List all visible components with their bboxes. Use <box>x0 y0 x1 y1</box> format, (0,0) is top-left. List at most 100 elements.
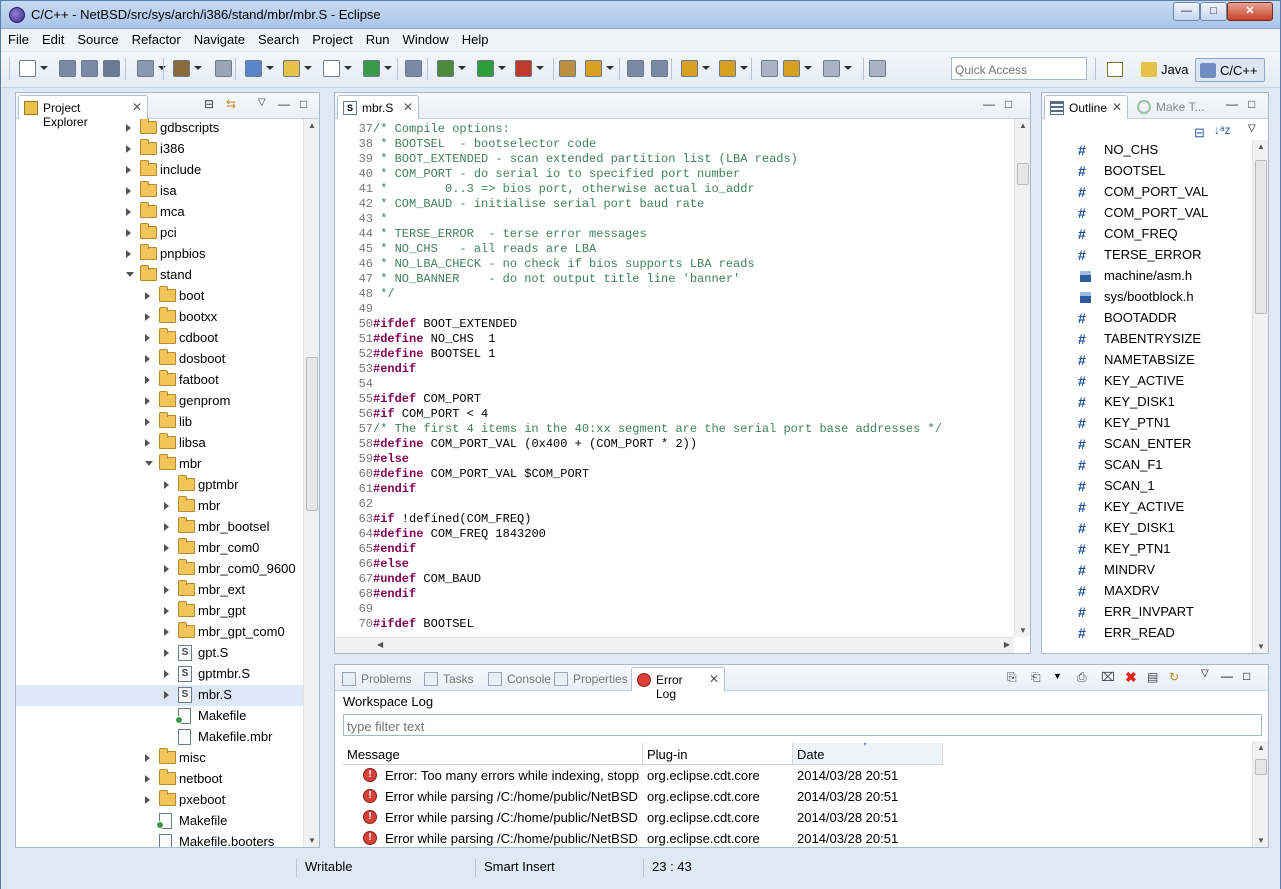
collapsed-arrow-icon[interactable] <box>145 313 150 321</box>
tree-folder[interactable]: mbr_gpt_com0 <box>16 622 303 643</box>
outline-item[interactable]: # ERR_READ <box>1078 623 1252 644</box>
log-row[interactable]: ! Error: Too many errors while indexing, … <box>343 765 1243 786</box>
outline-item[interactable]: # ERR_INVPART <box>1078 602 1252 623</box>
last-edit-icon[interactable] <box>761 60 778 77</box>
view-menu-icon[interactable]: ▽ <box>1201 668 1209 679</box>
collapsed-arrow-icon[interactable] <box>145 418 150 426</box>
open-perspective-button[interactable] <box>1103 58 1125 82</box>
minimize-view-icon[interactable]: — <box>278 97 290 111</box>
tree-folder[interactable]: mbr_bootsel <box>16 517 303 538</box>
forward-icon[interactable] <box>823 60 840 77</box>
menu-edit[interactable]: Edit <box>35 29 70 47</box>
collapse-all-icon[interactable]: ⊟ <box>204 97 214 111</box>
tab-make-targets[interactable]: Make T... <box>1132 95 1224 119</box>
tree-folder[interactable]: mbr_gpt <box>16 601 303 622</box>
menu-window[interactable]: Window <box>396 29 455 47</box>
outline-item[interactable]: # KEY_ACTIVE <box>1078 497 1252 518</box>
outline-item[interactable]: # NAMETABSIZE <box>1078 350 1252 371</box>
dropdown-arrow-icon[interactable] <box>344 66 352 70</box>
tab-problems[interactable]: Problems <box>337 667 415 691</box>
menu-file[interactable]: File <box>1 29 35 47</box>
maximize-button[interactable]: □ <box>1200 2 1227 21</box>
tree-folder[interactable]: i386 <box>16 139 303 160</box>
debug-icon[interactable] <box>437 60 454 77</box>
close-tab-icon[interactable]: ✕ <box>403 100 413 114</box>
column-message[interactable]: Message <box>343 743 643 765</box>
export-log-icon[interactable]: ⎘ <box>1007 670 1017 685</box>
collapsed-arrow-icon[interactable] <box>164 586 169 594</box>
open-type-icon[interactable] <box>559 60 576 77</box>
dropdown-arrow-icon[interactable] <box>304 66 312 70</box>
toggle-block-icon[interactable] <box>651 60 668 77</box>
scroll-thumb[interactable] <box>1017 163 1029 185</box>
collapsed-arrow-icon[interactable] <box>126 166 131 174</box>
tree-folder[interactable]: mbr <box>16 454 303 475</box>
dropdown-arrow-icon[interactable] <box>384 66 392 70</box>
minimize-button[interactable]: — <box>1173 2 1200 21</box>
tab-mbr-s[interactable]: S mbr.S ✕ <box>337 95 419 119</box>
back-icon[interactable] <box>783 60 800 77</box>
outline-item[interactable]: # KEY_PTN1 <box>1078 413 1252 434</box>
view-menu-icon[interactable]: ▽ <box>1248 123 1256 134</box>
toggle-mark-icon[interactable] <box>627 60 644 77</box>
collapsed-arrow-icon[interactable] <box>145 376 150 384</box>
tree-folder[interactable]: dosboot <box>16 349 303 370</box>
expanded-arrow-icon[interactable] <box>126 272 134 277</box>
build-history-icon[interactable] <box>215 60 232 77</box>
dropdown-arrow-icon[interactable] <box>40 66 48 70</box>
error-log-scrollbar[interactable]: ▲ ▼ <box>1252 741 1268 847</box>
code-editor[interactable]: 37/* Compile options: 38 * BOOTSEL - boot… <box>335 119 1014 637</box>
scroll-thumb[interactable] <box>1255 160 1267 314</box>
maximize-view-icon[interactable]: □ <box>1243 669 1250 683</box>
tree-folder[interactable]: mbr_ext <box>16 580 303 601</box>
editor-horizontal-scrollbar[interactable]: ◀ ▶ <box>335 637 1014 653</box>
collapsed-arrow-icon[interactable] <box>145 292 150 300</box>
tree-folder[interactable]: misc <box>16 748 303 769</box>
outline-item[interactable]: # BOOTSEL <box>1078 161 1252 182</box>
close-tab-icon[interactable]: ✕ <box>1112 100 1122 114</box>
minimize-view-icon[interactable]: — <box>1221 669 1233 683</box>
tree-folder[interactable]: stand <box>16 265 303 286</box>
collapsed-arrow-icon[interactable] <box>164 649 169 657</box>
new-project-icon[interactable] <box>363 60 380 77</box>
collapsed-arrow-icon[interactable] <box>145 796 150 804</box>
close-tab-icon[interactable]: ✕ <box>709 672 719 686</box>
collapsed-arrow-icon[interactable] <box>126 229 131 237</box>
collapsed-arrow-icon[interactable] <box>145 334 150 342</box>
dropdown-arrow-icon[interactable] <box>702 66 710 70</box>
outline-item[interactable]: # MAXDRV <box>1078 581 1252 602</box>
log-row[interactable]: ! Error while parsing /C:/home/public/Net… <box>343 807 1243 828</box>
open-log-icon[interactable]: ▤ <box>1147 670 1158 684</box>
scroll-right-icon[interactable]: ▶ <box>1004 640 1010 649</box>
outline-item[interactable]: # COM_PORT_VAL <box>1078 203 1252 224</box>
tree-file[interactable]: Smbr.S <box>16 685 303 706</box>
filter-input[interactable] <box>343 714 1262 736</box>
link-with-editor-icon[interactable]: ⇆ <box>226 97 236 111</box>
collapsed-arrow-icon[interactable] <box>164 670 169 678</box>
outline-item[interactable]: # KEY_DISK1 <box>1078 392 1252 413</box>
tree-folder[interactable]: boot <box>16 286 303 307</box>
log-row[interactable]: ! Error while parsing /C:/home/public/Net… <box>343 828 1243 847</box>
dropdown-arrow-icon[interactable] <box>740 66 748 70</box>
tree-file[interactable]: Sgptmbr.S <box>16 664 303 685</box>
scroll-up-icon[interactable]: ▲ <box>1257 743 1265 752</box>
tree-folder[interactable]: pxeboot <box>16 790 303 811</box>
collapsed-arrow-icon[interactable] <box>145 355 150 363</box>
editor-vertical-scrollbar[interactable]: ▲ ▼ <box>1014 119 1030 637</box>
outline-item[interactable]: # SCAN_1 <box>1078 476 1252 497</box>
tab-properties[interactable]: Properties <box>549 667 629 691</box>
scroll-left-icon[interactable]: ◀ <box>377 640 383 649</box>
menu-navigate[interactable]: Navigate <box>187 29 251 47</box>
menu-project[interactable]: Project <box>305 29 358 47</box>
tab-project-explorer[interactable]: Project Explorer ✕ <box>18 95 148 129</box>
collapsed-arrow-icon[interactable] <box>164 607 169 615</box>
tab-error-log[interactable]: Error Log ✕ <box>631 667 725 701</box>
outline-item[interactable]: sys/bootblock.h <box>1078 287 1252 308</box>
tree-folder[interactable]: include <box>16 160 303 181</box>
dropdown-arrow-icon[interactable] <box>266 66 274 70</box>
dropdown-icon[interactable]: ▼ <box>1053 671 1062 681</box>
collapsed-arrow-icon[interactable] <box>126 208 131 216</box>
scroll-down-icon[interactable]: ▼ <box>1257 642 1265 651</box>
scroll-thumb[interactable] <box>1255 759 1267 775</box>
expanded-arrow-icon[interactable] <box>145 461 153 466</box>
